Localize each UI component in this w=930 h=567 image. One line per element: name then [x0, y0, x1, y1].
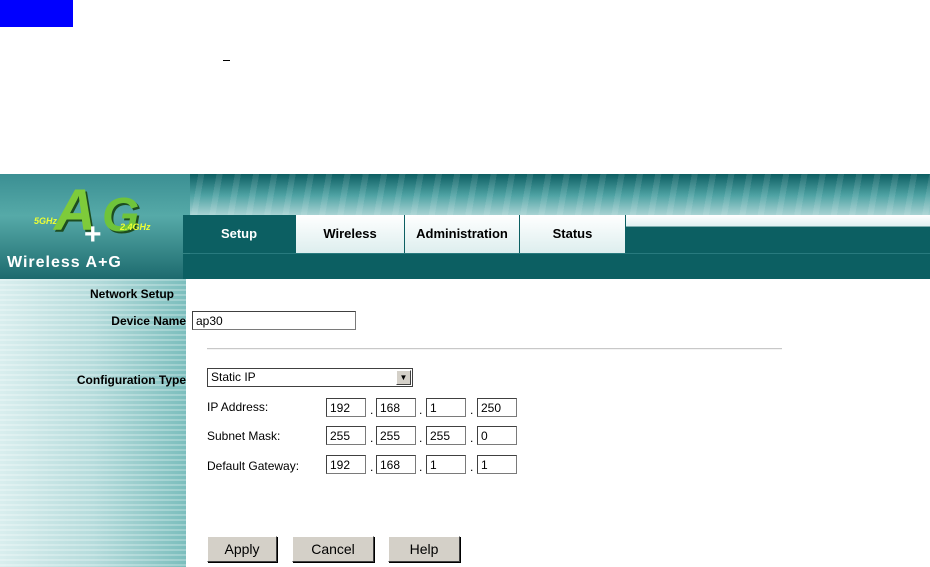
logo-letter-g: G	[102, 189, 140, 242]
divider	[207, 348, 782, 350]
gateway-dot: .	[419, 460, 423, 474]
gateway-octet-3[interactable]	[426, 455, 466, 474]
logo-plus: +	[84, 218, 102, 251]
ip-dot: .	[470, 403, 474, 417]
logo-text: Wireless A+G	[7, 254, 122, 271]
mask-octet-2[interactable]	[376, 426, 416, 445]
mask-octet-1[interactable]	[326, 426, 366, 445]
ip-octet-1[interactable]	[326, 398, 366, 417]
tab-status[interactable]: Status	[520, 215, 626, 253]
gateway-dot: .	[470, 460, 474, 474]
main-tabs: Setup Wireless Administration Status	[183, 215, 626, 253]
ip-address-label: IP Address:	[207, 400, 269, 414]
gateway-octet-4[interactable]	[477, 455, 517, 474]
gateway-dot: .	[370, 460, 374, 474]
section-title: Network Setup	[90, 287, 175, 301]
chevron-down-icon[interactable]: ▼	[396, 370, 411, 385]
tab-setup[interactable]: Setup	[183, 215, 296, 253]
apply-button[interactable]: Apply	[207, 536, 277, 562]
sub-nav-bar	[183, 254, 930, 279]
mask-dot: .	[370, 431, 374, 445]
ip-octet-4[interactable]	[477, 398, 517, 417]
ip-octet-2[interactable]	[376, 398, 416, 417]
gateway-octet-1[interactable]	[326, 455, 366, 474]
mask-octet-3[interactable]	[426, 426, 466, 445]
gateway-octet-2[interactable]	[376, 455, 416, 474]
tab-wireless[interactable]: Wireless	[296, 215, 405, 253]
subnet-mask-label: Subnet Mask:	[207, 429, 281, 443]
mask-dot: .	[419, 431, 423, 445]
header-banner: 5GHz A + G 2.4GHz Wireless A+G Setup Wir…	[0, 174, 930, 279]
mask-dot: .	[470, 431, 474, 445]
ip-octet-3[interactable]	[426, 398, 466, 417]
subnav-network-setup[interactable]: Network Setup	[212, 86, 291, 100]
ip-dot: .	[370, 403, 374, 417]
cancel-button[interactable]: Cancel	[292, 536, 374, 562]
top-blue-box	[0, 0, 73, 27]
underscore-mark	[223, 60, 230, 61]
device-name-label: Device Name	[111, 314, 186, 328]
mask-octet-4[interactable]	[477, 426, 517, 445]
ip-dot: .	[419, 403, 423, 417]
device-name-input[interactable]	[192, 311, 356, 330]
help-button[interactable]: Help	[388, 536, 460, 562]
configuration-type-label: Configuration Type	[76, 373, 186, 387]
default-gateway-label: Default Gateway:	[207, 459, 300, 473]
logo-24ghz-label: 2.4GHz	[120, 222, 151, 232]
configuration-type-value: Static IP	[211, 370, 256, 384]
tab-administration[interactable]: Administration	[405, 215, 520, 253]
configuration-type-select[interactable]: Static IP ▼	[207, 368, 413, 387]
logo: 5GHz A + G 2.4GHz Wireless A+G	[0, 174, 190, 279]
